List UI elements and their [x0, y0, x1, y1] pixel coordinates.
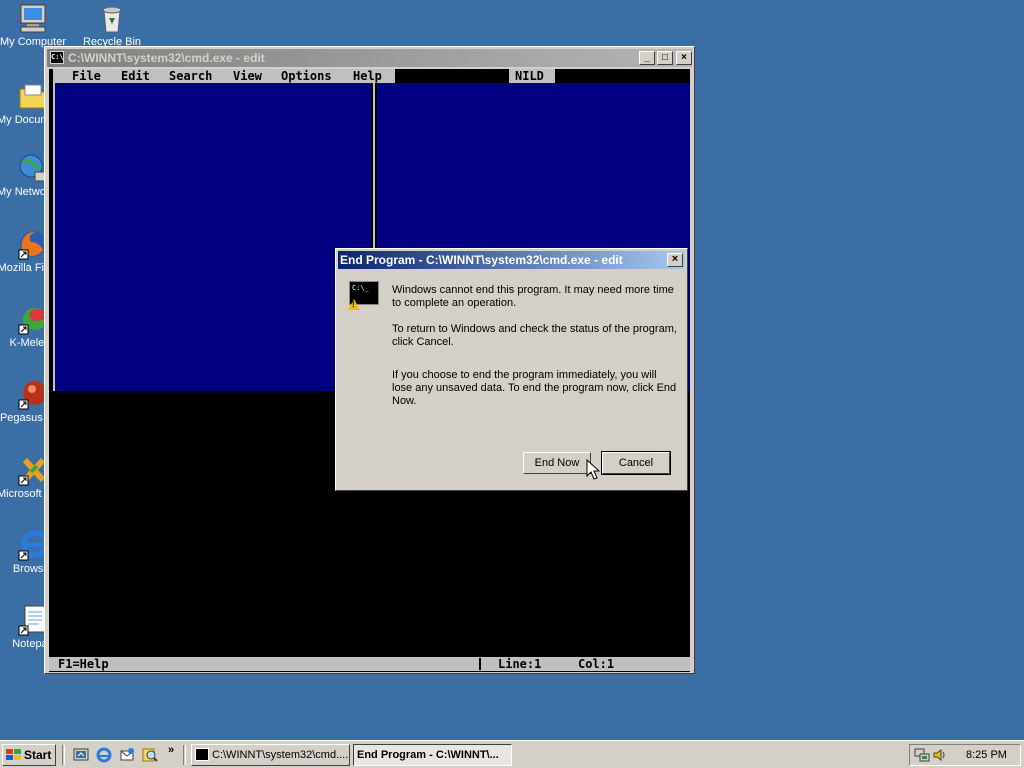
quick-launch-more[interactable]: » — [168, 744, 174, 756]
task-cmd-window[interactable]: C:\WINNT\system32\cmd.... — [191, 744, 350, 766]
windows-flag-icon — [6, 749, 21, 760]
my-computer-shortcut[interactable]: My Computer — [0, 2, 69, 49]
dialog-title: End Program - C:\WINNT\system32\cmd.exe … — [340, 253, 623, 267]
recycle-bin-icon — [96, 2, 128, 34]
show-desktop-icon[interactable] — [73, 747, 89, 763]
maximize-button[interactable]: □ — [657, 51, 673, 65]
cmd-window-titlebar[interactable]: C:\ C:\WINNT\system32\cmd.exe - edit _ □… — [47, 49, 692, 67]
start-button[interactable]: Start — [2, 744, 56, 766]
edit-menubar: File Edit Search View Options Help NILD — [49, 69, 690, 83]
task-end-program[interactable]: End Program - C:\WINNT\... — [353, 744, 512, 766]
end-now-button[interactable]: End Now — [523, 452, 591, 474]
file-name: NILD — [515, 69, 544, 83]
desktop: My Computer Recycle Bin My Documents My … — [0, 0, 1024, 740]
end-program-dialog: End Program - C:\WINNT\system32\cmd.exe … — [335, 248, 688, 491]
pointer-icon — [586, 458, 601, 480]
internet-explorer-icon[interactable] — [96, 747, 112, 763]
toolbar-grip[interactable] — [62, 745, 65, 765]
status-col: Col:1 — [578, 657, 615, 671]
menu-options[interactable]: Options — [281, 69, 332, 83]
taskbar: Start » C:\WINNT\system32\cmd.... End Pr… — [0, 740, 1024, 768]
volume-tray-icon[interactable] — [932, 747, 948, 763]
cancel-button[interactable]: Cancel — [601, 451, 671, 475]
close-button[interactable]: × — [676, 51, 692, 65]
dialog-titlebar[interactable]: End Program - C:\WINNT\system32\cmd.exe … — [338, 251, 685, 269]
console-icon — [195, 748, 209, 761]
status-line: Line:1 — [498, 657, 542, 671]
status-separator — [479, 658, 481, 670]
status-help: F1=Help — [58, 657, 109, 671]
search-icon[interactable] — [142, 747, 158, 763]
menu-edit[interactable]: Edit — [121, 69, 150, 83]
recycle-bin-shortcut[interactable]: Recycle Bin — [76, 2, 148, 49]
menu-file[interactable]: File — [72, 69, 101, 83]
outlook-express-icon[interactable] — [119, 747, 135, 763]
warning-icon: ! — [348, 299, 360, 310]
task-cmd-label: C:\WINNT\system32\cmd.... — [212, 749, 349, 761]
dialog-message-1: Windows cannot end this program. It may … — [392, 284, 674, 309]
edit-statusbar: F1=Help Line:1 Col:1 — [49, 657, 690, 671]
minimize-button[interactable]: _ — [639, 51, 655, 65]
warning-glyph: ! — [352, 300, 355, 309]
menu-help[interactable]: Help — [353, 69, 382, 83]
computer-icon — [17, 2, 49, 34]
network-tray-icon[interactable] — [914, 747, 930, 763]
menu-search[interactable]: Search — [169, 69, 212, 83]
menu-view[interactable]: View — [233, 69, 262, 83]
dialog-message-3: If you choose to end the program immedia… — [392, 369, 677, 407]
dialog-message-2: To return to Windows and check the statu… — [392, 323, 677, 348]
dialog-close-button[interactable]: × — [667, 253, 683, 267]
cmd-window-title: C:\WINNT\system32\cmd.exe - edit — [68, 51, 265, 65]
menubar-background — [53, 69, 395, 83]
start-label: Start — [24, 748, 52, 762]
console-icon: C:\ — [50, 51, 64, 64]
task-end-program-label: End Program - C:\WINNT\... — [357, 749, 499, 761]
system-tray: 8:25 PM — [909, 744, 1021, 766]
clock[interactable]: 8:25 PM — [966, 745, 1007, 765]
taskbar-grip[interactable] — [183, 745, 186, 765]
editor-pane-left[interactable] — [53, 83, 371, 391]
pane-border — [53, 83, 55, 391]
